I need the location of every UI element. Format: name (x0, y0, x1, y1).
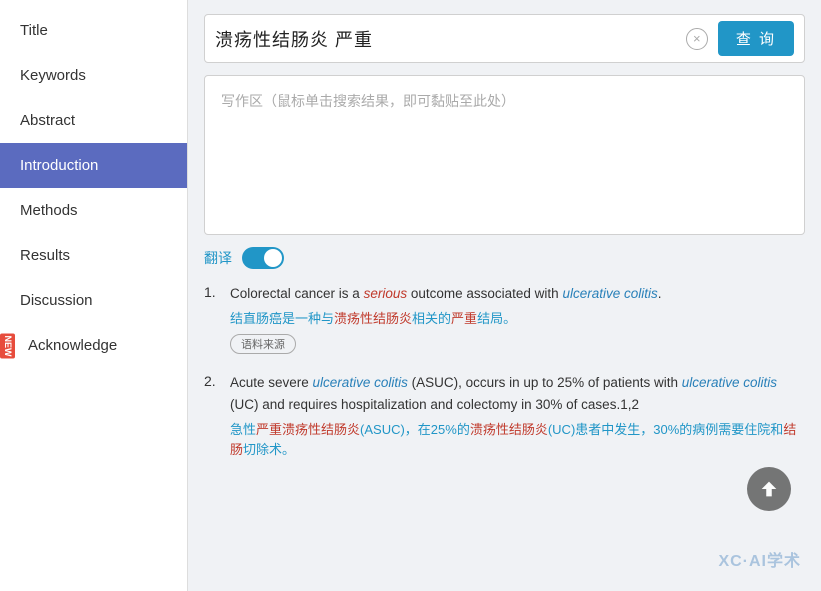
sidebar-item-label: Acknowledge (28, 337, 117, 354)
en-text-part: serious (364, 286, 408, 301)
en-text-part: (UC) and requires hospitalization and co… (230, 397, 639, 412)
arrow-up-icon (758, 478, 780, 500)
result-cn-text[interactable]: 结直肠癌是一种与溃疡性结肠炎相关的严重结局。 (230, 309, 805, 330)
en-text-part: ulcerative colitis (313, 375, 408, 390)
cn-text-part: 严重 (451, 311, 477, 326)
result-number: 2. (204, 372, 222, 466)
en-text-part: ulcerative colitis (562, 286, 657, 301)
scroll-up-button[interactable] (747, 467, 791, 511)
sidebar-item-keywords[interactable]: Keywords (0, 53, 187, 98)
cn-text-part: (ASUC)，在25%的 (360, 422, 470, 437)
en-text-part: Colorectal cancer is a (230, 286, 364, 301)
translate-label: 翻译 (204, 248, 232, 268)
en-text-part: . (658, 286, 662, 301)
result-item: 2.Acute severe ulcerative colitis (ASUC)… (204, 372, 805, 466)
en-text-part: outcome associated with (407, 286, 562, 301)
main-content: 溃疡性结肠炎 严重 × 查 询 写作区（鼠标单击搜索结果，即可黏贴至此处） 翻译… (188, 0, 821, 591)
sidebar-item-label: Title (20, 22, 48, 39)
search-query-text: 溃疡性结肠炎 严重 (215, 26, 686, 52)
result-en-text[interactable]: Colorectal cancer is a serious outcome a… (230, 283, 805, 305)
sidebar-item-title[interactable]: Title (0, 8, 187, 53)
new-badge: NEW (0, 333, 15, 358)
result-cn-text[interactable]: 急性严重溃疡性结肠炎(ASUC)，在25%的溃疡性结肠炎(UC)患者中发生，30… (230, 420, 805, 462)
sidebar: Title Keywords Abstract Introduction Methods… (0, 0, 188, 591)
sidebar-item-discussion[interactable]: Discussion (0, 278, 187, 323)
cn-text-part: 溃疡性结肠炎 (470, 422, 548, 437)
sidebar-item-label: Results (20, 247, 70, 264)
clear-button[interactable]: × (686, 28, 708, 50)
source-tag[interactable]: 语料来源 (230, 334, 296, 354)
result-content: Colorectal cancer is a serious outcome a… (230, 283, 805, 354)
sidebar-item-label: Discussion (20, 292, 93, 309)
sidebar-item-methods[interactable]: Methods (0, 188, 187, 233)
sidebar-item-acknowledge[interactable]: NEW Acknowledge (0, 323, 187, 368)
cn-text-part: 溃疡性结肠炎 (334, 311, 412, 326)
sidebar-item-label: Introduction (20, 157, 98, 174)
en-text-part: Acute severe (230, 375, 313, 390)
cn-text-part: 严重溃疡性结肠炎 (256, 422, 360, 437)
sidebar-item-results[interactable]: Results (0, 233, 187, 278)
result-number: 1. (204, 283, 222, 354)
cn-text-part: 切除术。 (243, 442, 295, 457)
query-button[interactable]: 查 询 (718, 21, 794, 56)
result-en-text[interactable]: Acute severe ulcerative colitis (ASUC), … (230, 372, 805, 415)
cn-text-part: 结局。 (477, 311, 516, 326)
sidebar-item-label: Abstract (20, 112, 75, 129)
sidebar-item-label: Keywords (20, 67, 86, 84)
en-text-part: ulcerative colitis (682, 375, 777, 390)
translate-toggle[interactable] (242, 247, 284, 269)
sidebar-item-abstract[interactable]: Abstract (0, 98, 187, 143)
sidebar-item-introduction[interactable]: Introduction (0, 143, 187, 188)
result-content: Acute severe ulcerative colitis (ASUC), … (230, 372, 805, 466)
watermark: XC·AI学术 (718, 547, 801, 571)
cn-text-part: 结直肠癌是一种与 (230, 311, 334, 326)
translate-row: 翻译 (204, 247, 805, 269)
en-text-part: (ASUC), occurs in up to 25% of patients … (408, 375, 682, 390)
result-item: 1. Colorectal cancer is a serious outcome… (204, 283, 805, 354)
cn-text-part: 急性 (230, 422, 256, 437)
writing-area[interactable]: 写作区（鼠标单击搜索结果，即可黏贴至此处） (204, 75, 805, 235)
writing-area-placeholder: 写作区（鼠标单击搜索结果，即可黏贴至此处） (221, 93, 515, 109)
result-list: 1. Colorectal cancer is a serious outcome… (204, 283, 805, 466)
cn-text-part: 相关的 (412, 311, 451, 326)
sidebar-item-label: Methods (20, 202, 78, 219)
search-bar: 溃疡性结肠炎 严重 × 查 询 (204, 14, 805, 63)
cn-text-part: (UC)患者中发生，30%的病例需要住院和 (548, 422, 783, 437)
